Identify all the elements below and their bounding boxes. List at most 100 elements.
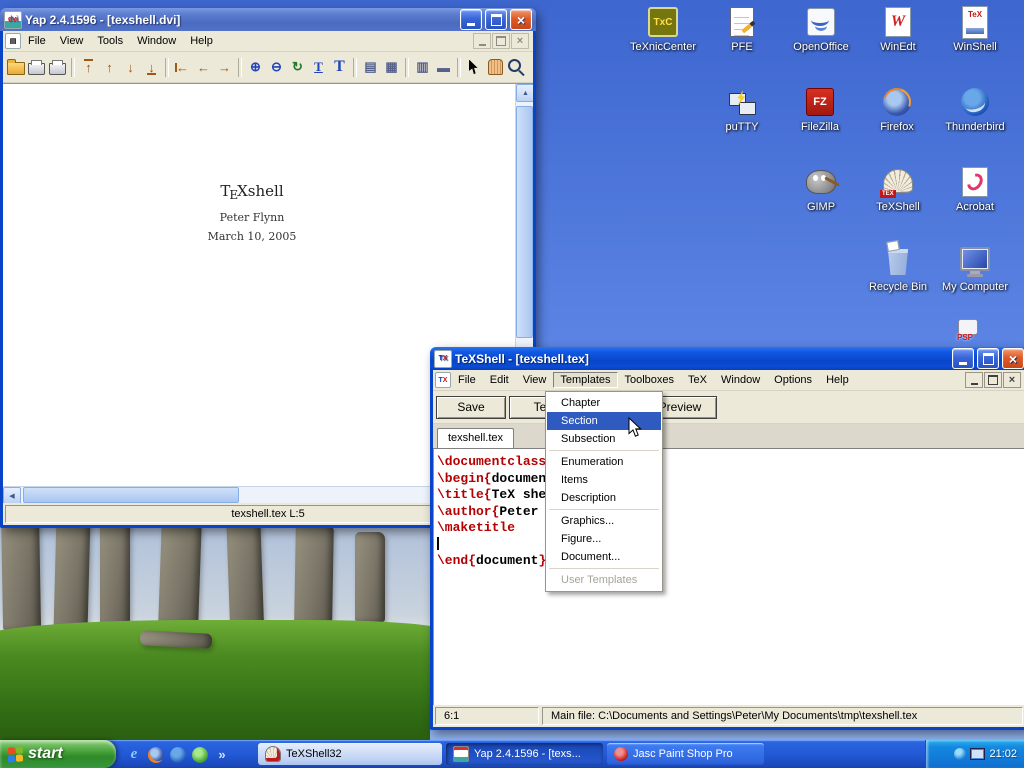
taskbar-task-yap-2-4-1596-texs[interactable]: Yap 2.4.1596 - [texs...: [446, 743, 603, 765]
single-page-icon[interactable]: ▤: [360, 56, 381, 78]
taskbar-task-jasc-paint-shop-pro[interactable]: Jasc Paint Shop Pro: [607, 743, 764, 765]
select-tool-icon[interactable]: [464, 56, 485, 78]
internet-explorer-icon[interactable]: e: [124, 745, 144, 765]
forward-icon[interactable]: →: [214, 56, 235, 78]
texshell-menu-edit[interactable]: Edit: [483, 372, 516, 388]
yap-menu-tools[interactable]: Tools: [90, 33, 130, 49]
texshell-window[interactable]: TX TeXShell - [texshell.tex] × TX File E…: [430, 347, 1024, 730]
tray-status-icon[interactable]: [954, 748, 966, 760]
templates-menu-item-enumeration[interactable]: Enumeration: [547, 453, 661, 471]
desktop-icon-winedt[interactable]: W WinEdt: [859, 6, 937, 53]
child-minimize-button[interactable]: [473, 33, 491, 49]
texshell-menu-file[interactable]: File: [451, 372, 483, 388]
child-close-button[interactable]: ×: [511, 33, 529, 49]
templates-menu-item-subsection[interactable]: Subsection: [547, 430, 661, 448]
taskbar-clock[interactable]: 21:02: [989, 748, 1017, 760]
templates-menu-item-chapter[interactable]: Chapter: [547, 394, 661, 412]
ruler-text-icon[interactable]: T: [308, 56, 329, 78]
fit-page-icon[interactable]: ▬: [433, 56, 454, 78]
multi-page-icon[interactable]: ▦: [381, 56, 402, 78]
zoom-out-icon[interactable]: ⊖: [266, 56, 287, 78]
prev-page-icon[interactable]: ↑: [99, 56, 120, 78]
texshell-minimize-button[interactable]: [952, 348, 974, 369]
child-close-button[interactable]: ×: [1003, 372, 1021, 388]
yap-close-button[interactable]: ×: [510, 9, 532, 30]
yap-menu-file[interactable]: File: [21, 33, 53, 49]
texshell-menu-tex[interactable]: TeX: [681, 372, 714, 388]
next-page-icon[interactable]: ↓: [120, 56, 141, 78]
code-line-4[interactable]: \author{Peter Fly: [437, 504, 1024, 521]
fit-width-icon[interactable]: ▥: [412, 56, 433, 78]
text-mode-icon[interactable]: T: [329, 56, 350, 78]
desktop-icon-my-computer[interactable]: My Computer: [936, 246, 1014, 293]
yap-minimize-button[interactable]: [460, 9, 482, 30]
magnifier-tool-icon[interactable]: [506, 56, 527, 78]
tab-texshell-tex[interactable]: texshell.tex: [437, 428, 514, 448]
yap-menu-window[interactable]: Window: [130, 33, 183, 49]
desktop-icon-pfe[interactable]: PFE: [703, 6, 781, 53]
yap-titlebar[interactable]: dvi Yap 2.4.1596 - [texshell.dvi] ×: [0, 8, 536, 31]
templates-menu-item-description[interactable]: Description: [547, 489, 661, 507]
desktop-icon-firefox[interactable]: Firefox: [858, 86, 936, 133]
texshell-menu-toolboxes[interactable]: Toolboxes: [618, 372, 682, 388]
desktop-icon-texshell[interactable]: TEX TeXShell: [859, 166, 937, 213]
desktop-icon-recycle-bin[interactable]: Recycle Bin: [859, 246, 937, 293]
quicklaunch-chevron[interactable]: »: [212, 745, 232, 765]
templates-menu-item-items[interactable]: Items: [547, 471, 661, 489]
desktop-icon-winshell[interactable]: TeX WinShell: [936, 6, 1014, 53]
desktop-icon-putty[interactable]: puTTY: [703, 86, 781, 133]
taskbar-task-texshell32[interactable]: TeXShell32: [258, 743, 442, 765]
first-page-icon[interactable]: ↑: [78, 56, 99, 78]
firefox-icon[interactable]: [146, 745, 166, 765]
texshell-titlebar[interactable]: TX TeXShell - [texshell.tex] ×: [430, 347, 1024, 370]
save-button[interactable]: Save: [436, 396, 506, 419]
texshell-editor[interactable]: \documentclass{\begin{document\title{TeX…: [433, 449, 1024, 705]
start-button[interactable]: start: [0, 740, 116, 768]
code-line-1[interactable]: \documentclass{: [437, 454, 1024, 471]
desktop-icon-thunderbird[interactable]: Thunderbird: [936, 86, 1014, 133]
open-icon[interactable]: [5, 56, 26, 78]
tray-network-icon[interactable]: [970, 748, 985, 760]
texshell-menu-view[interactable]: View: [516, 372, 554, 388]
texshell-menu-options[interactable]: Options: [767, 372, 819, 388]
scroll-up-button[interactable]: ▲: [516, 84, 533, 102]
yap-maximize-button[interactable]: [485, 9, 507, 30]
code-line-3[interactable]: \title{TeX shell}: [437, 487, 1024, 504]
desktop-icon-openoffice[interactable]: OpenOffice: [782, 6, 860, 53]
code-line-2[interactable]: \begin{document: [437, 471, 1024, 488]
scrollbar-thumb[interactable]: [23, 487, 239, 503]
texshell-close-button[interactable]: ×: [1002, 348, 1024, 369]
yap-menu-view[interactable]: View: [53, 33, 91, 49]
templates-menu-item-graphics[interactable]: Graphics...: [547, 512, 661, 530]
zoom-in-icon[interactable]: ⊕: [245, 56, 266, 78]
hand-tool-icon[interactable]: [485, 56, 506, 78]
child-restore-button[interactable]: [984, 372, 1002, 388]
scroll-left-button[interactable]: ◀: [3, 487, 21, 504]
refresh-icon[interactable]: ↻: [287, 56, 308, 78]
desktop-icon-psp[interactable]: PSP: [938, 316, 998, 345]
messenger-icon[interactable]: [190, 745, 210, 765]
code-line-7[interactable]: \end{document}: [437, 553, 1024, 570]
child-restore-button[interactable]: [492, 33, 510, 49]
templates-menu-item-section[interactable]: Section: [547, 412, 661, 430]
templates-menu-item-figure[interactable]: Figure...: [547, 530, 661, 548]
print-setup-icon[interactable]: [47, 56, 68, 78]
back-view-icon[interactable]: ←: [172, 56, 193, 78]
code-line-5[interactable]: \maketitle: [437, 520, 1024, 537]
print-icon[interactable]: [26, 56, 47, 78]
scrollbar-thumb[interactable]: [516, 106, 533, 338]
desktop-icon-filezilla[interactable]: FZ FileZilla: [781, 86, 859, 133]
texshell-menu-window[interactable]: Window: [714, 372, 767, 388]
texshell-menu-templates[interactable]: Templates: [553, 372, 617, 388]
thunderbird-icon[interactable]: [168, 745, 188, 765]
desktop-icon-texniccenter[interactable]: TxC TeXnicCenter: [624, 6, 702, 53]
code-line-6[interactable]: [437, 537, 1024, 554]
desktop-icon-acrobat[interactable]: Acrobat: [936, 166, 1014, 213]
texshell-menu-help[interactable]: Help: [819, 372, 856, 388]
last-page-icon[interactable]: ↓: [141, 56, 162, 78]
yap-menu-help[interactable]: Help: [183, 33, 220, 49]
back-icon[interactable]: ←: [193, 56, 214, 78]
desktop-icon-gimp[interactable]: GIMP: [782, 166, 860, 213]
texshell-maximize-button[interactable]: [977, 348, 999, 369]
child-minimize-button[interactable]: [965, 372, 983, 388]
